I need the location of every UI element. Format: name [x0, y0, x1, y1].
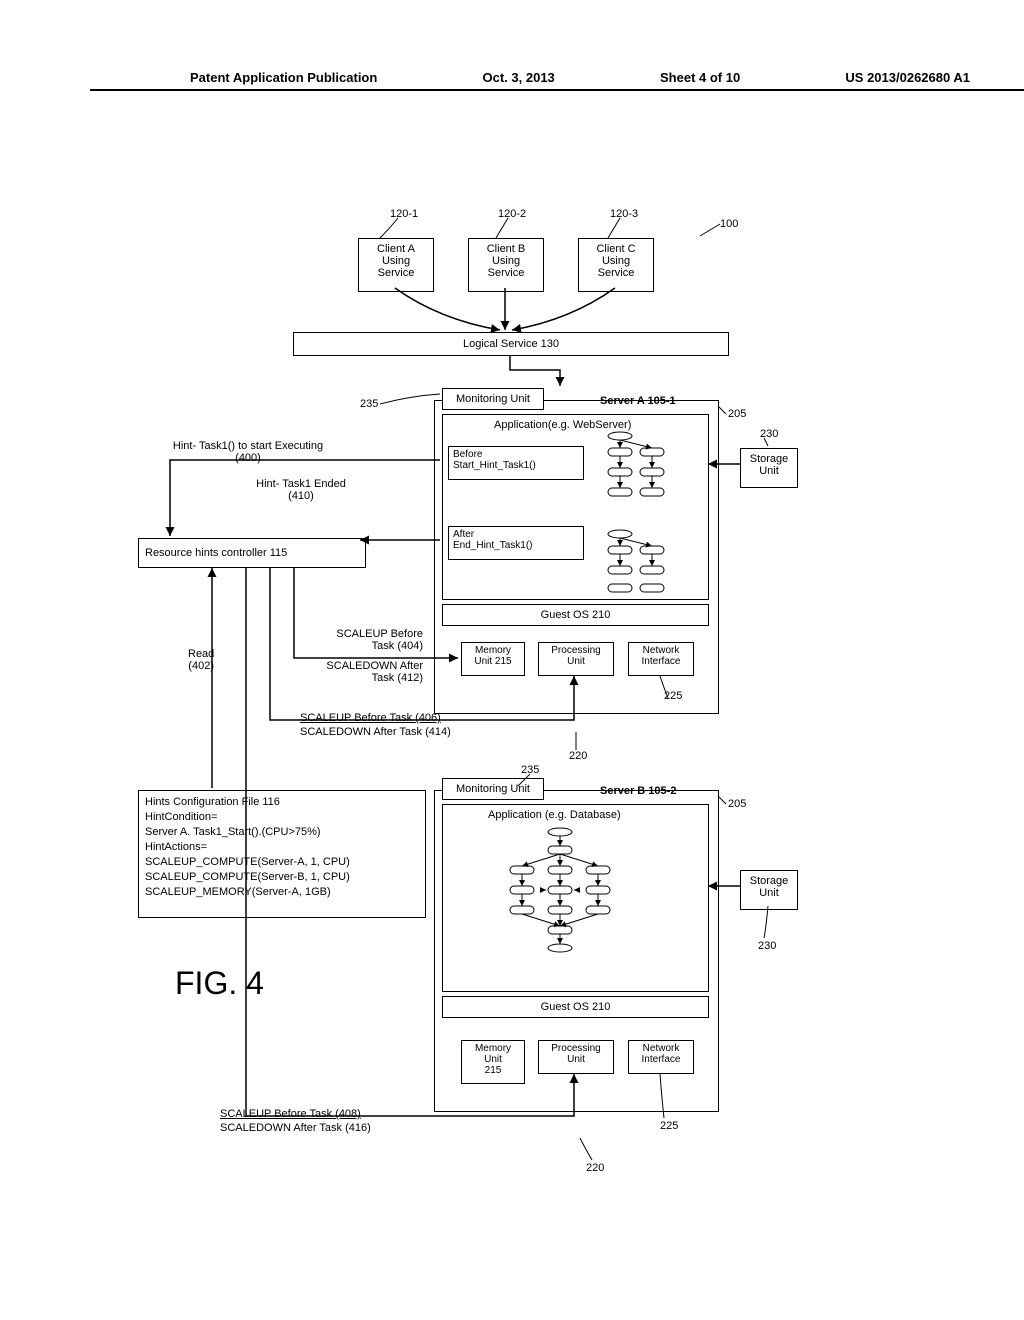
app-b-box [442, 804, 709, 992]
memory-unit-a: Memory Unit 215 [461, 642, 525, 676]
resource-hints-controller: Resource hints controller 115 [138, 538, 366, 568]
processing-unit-b: Processing Unit [538, 1040, 614, 1074]
label-230a: 230 [760, 428, 778, 440]
label-235b: 235 [521, 764, 539, 776]
storage-unit-b: Storage Unit [740, 870, 798, 910]
monitoring-unit-a: Monitoring Unit [442, 388, 544, 410]
scaledown-412: SCALEDOWN After Task (412) [303, 660, 423, 684]
processing-unit-a: Processing Unit [538, 642, 614, 676]
header-date: Oct. 3, 2013 [483, 70, 555, 85]
client-c-box: Client C Using Service [578, 238, 654, 292]
page-header: Patent Application Publication Oct. 3, 2… [90, 70, 1024, 91]
label-235a: 235 [360, 398, 378, 410]
hint-start-label: Hint- Task1() to start Executing (400) [148, 440, 348, 464]
scaleup-406: SCALEUP Before Task (406) [300, 712, 441, 724]
memory-unit-b: Memory Unit 215 [461, 1040, 525, 1084]
hints-config-file: Hints Configuration File 116 HintConditi… [138, 790, 426, 918]
patent-page: Patent Application Publication Oct. 3, 2… [0, 0, 1024, 1320]
scaledown-414: SCALEDOWN After Task (414) [300, 726, 451, 738]
scaleup-404: SCALEUP Before Task (404) [303, 628, 423, 652]
label-205a: 205 [728, 408, 746, 420]
app-a-box [442, 414, 709, 600]
label-225b: 225 [660, 1120, 678, 1132]
after-box: After End_Hint_Task1() [448, 526, 584, 560]
client-b-box: Client B Using Service [468, 238, 544, 292]
label-225a: 225 [664, 690, 682, 702]
network-if-a: Network Interface [628, 642, 694, 676]
guest-os-b: Guest OS 210 [442, 996, 709, 1018]
header-pubno: US 2013/0262680 A1 [845, 70, 970, 85]
header-sheet: Sheet 4 of 10 [660, 70, 740, 85]
hint-end-label: Hint- Task1 Ended (410) [236, 478, 366, 502]
label-230b: 230 [758, 940, 776, 952]
label-220b: 220 [586, 1162, 604, 1174]
label-220a: 220 [569, 750, 587, 762]
client-a-box: Client A Using Service [358, 238, 434, 292]
header-left: Patent Application Publication [190, 70, 377, 85]
server-a-label: Server A 105-1 [600, 395, 676, 407]
app-b-label: Application (e.g. Database) [488, 809, 621, 821]
label-120-1: 120-1 [390, 208, 418, 220]
scaledown-416: SCALEDOWN After Task (416) [220, 1122, 371, 1134]
label-205b: 205 [728, 798, 746, 810]
figure-label: FIG. 4 [175, 965, 264, 1002]
monitoring-unit-b: Monitoring Unit [442, 778, 544, 800]
label-120-2: 120-2 [498, 208, 526, 220]
server-b-label: Server B 105-2 [600, 785, 676, 797]
scaleup-408: SCALEUP Before Task (408) [220, 1108, 361, 1120]
app-a-label: Application(e.g. WebServer) [494, 419, 631, 431]
storage-unit-a: Storage Unit [740, 448, 798, 488]
logical-service-box: Logical Service 130 [293, 332, 729, 356]
label-120-3: 120-3 [610, 208, 638, 220]
read-402: Read (402) [188, 648, 214, 672]
guest-os-a: Guest OS 210 [442, 604, 709, 626]
network-if-b: Network Interface [628, 1040, 694, 1074]
before-box: Before Start_Hint_Task1() [448, 446, 584, 480]
label-100: 100 [720, 218, 738, 230]
